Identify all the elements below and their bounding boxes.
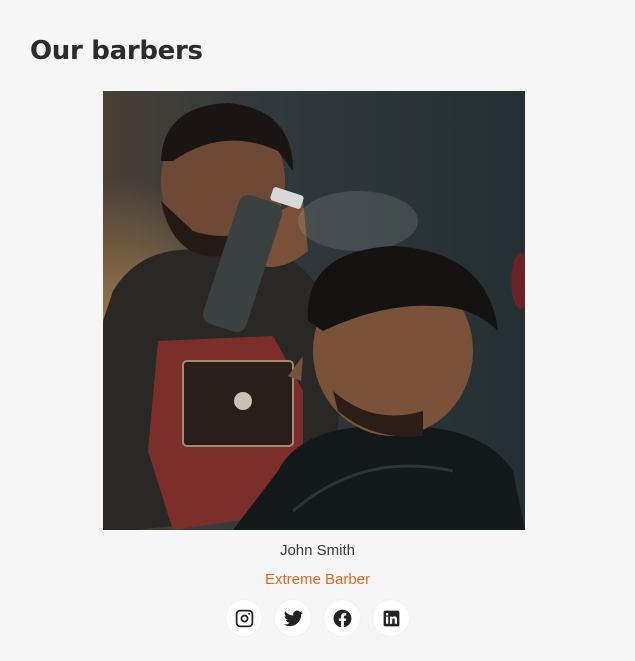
twitter-link[interactable] — [275, 600, 311, 636]
twitter-icon — [283, 610, 303, 626]
facebook-link[interactable] — [324, 600, 360, 636]
facebook-icon — [333, 609, 351, 627]
section-title: Our barbers — [30, 36, 203, 66]
instagram-icon — [235, 609, 253, 627]
barber-name: John Smith — [279, 542, 356, 559]
linkedin-icon — [383, 610, 399, 626]
instagram-link[interactable] — [226, 600, 262, 636]
barber-role: Extreme Barber — [264, 571, 371, 588]
barber-photo — [103, 91, 525, 530]
linkedin-link[interactable] — [373, 600, 409, 636]
social-links — [0, 600, 635, 636]
